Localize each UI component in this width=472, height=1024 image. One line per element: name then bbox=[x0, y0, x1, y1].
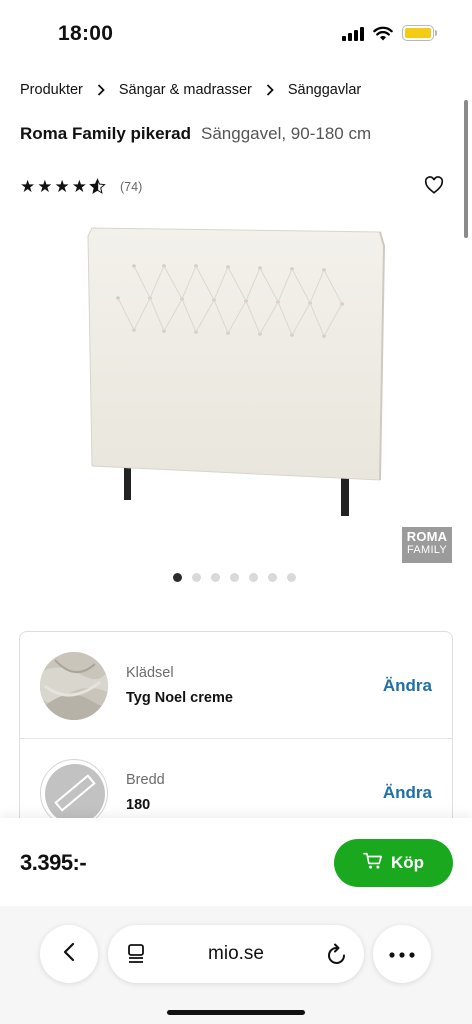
gallery-dot[interactable] bbox=[249, 573, 258, 582]
breadcrumb-item-sanggavlar[interactable]: Sänggavlar bbox=[288, 82, 361, 98]
option-value: Tyg Noel creme bbox=[126, 690, 233, 706]
back-icon bbox=[63, 942, 75, 967]
purchase-bar: 3.395:- Köp bbox=[0, 818, 472, 906]
star-icon: ★ bbox=[37, 177, 53, 196]
product-image[interactable] bbox=[78, 222, 394, 522]
review-count[interactable]: (74) bbox=[120, 180, 142, 194]
buy-button-label: Köp bbox=[390, 853, 425, 872]
back-button[interactable] bbox=[40, 925, 98, 983]
change-width-button[interactable]: Ändra bbox=[383, 783, 432, 803]
browser-toolbar: mio.se bbox=[0, 906, 472, 1024]
status-bar: 18:00 bbox=[0, 0, 472, 66]
wifi-icon bbox=[373, 26, 393, 41]
gallery-pagination bbox=[173, 573, 296, 582]
gallery-dot[interactable] bbox=[268, 573, 277, 582]
option-label: Bredd bbox=[126, 772, 165, 788]
heart-icon[interactable] bbox=[424, 176, 444, 199]
gallery-dot[interactable] bbox=[192, 573, 201, 582]
star-icon: ★ bbox=[20, 177, 36, 196]
breadcrumb-item-produkter[interactable]: Produkter bbox=[20, 82, 83, 98]
home-indicator bbox=[167, 1010, 305, 1015]
option-row-upholstery[interactable]: Klädsel Tyg Noel creme Ändra bbox=[20, 632, 452, 739]
option-value: 180 bbox=[126, 797, 151, 813]
buy-button[interactable]: Köp bbox=[334, 839, 453, 887]
gallery-dot[interactable] bbox=[173, 573, 182, 582]
option-label: Klädsel bbox=[126, 665, 174, 681]
product-title-row: Roma Family pikerad Sänggavel, 90-180 cm bbox=[20, 124, 371, 144]
product-options: Klädsel Tyg Noel creme Ändra Bredd 180 Ä… bbox=[19, 631, 453, 831]
product-name: Roma Family pikerad bbox=[20, 124, 192, 143]
star-rating: ★ ★ ★ ★ bbox=[20, 178, 106, 195]
breadcrumb: Produkter Sängar & madrasser Sänggavlar bbox=[20, 82, 361, 98]
change-upholstery-button[interactable]: Ändra bbox=[383, 676, 432, 696]
rating-row[interactable]: ★ ★ ★ ★ (74) bbox=[20, 178, 142, 195]
chevron-right-icon bbox=[97, 84, 105, 96]
reload-icon[interactable] bbox=[326, 942, 348, 971]
star-half-icon bbox=[89, 178, 106, 195]
battery-icon bbox=[402, 25, 437, 41]
gallery-dot[interactable] bbox=[287, 573, 296, 582]
chevron-right-icon bbox=[266, 84, 274, 96]
more-button[interactable] bbox=[373, 925, 431, 983]
more-icon bbox=[389, 945, 415, 963]
star-icon: ★ bbox=[71, 177, 87, 196]
address-bar[interactable]: mio.se bbox=[108, 925, 364, 983]
star-icon: ★ bbox=[54, 177, 70, 196]
breadcrumb-item-sangar[interactable]: Sängar & madrasser bbox=[119, 82, 252, 98]
brand-logo: ROMA FAMILY bbox=[402, 527, 452, 563]
scrollbar[interactable] bbox=[464, 100, 468, 238]
price: 3.395:- bbox=[20, 850, 87, 875]
status-icons bbox=[342, 25, 437, 41]
width-thumbnail bbox=[40, 759, 108, 827]
gallery-dot[interactable] bbox=[230, 573, 239, 582]
cart-icon bbox=[363, 852, 383, 875]
product-subtitle: Sänggavel, 90-180 cm bbox=[201, 124, 372, 143]
cellular-signal-icon bbox=[342, 26, 364, 41]
fabric-swatch-thumbnail bbox=[40, 652, 108, 720]
gallery-dot[interactable] bbox=[211, 573, 220, 582]
status-time: 18:00 bbox=[58, 22, 114, 45]
